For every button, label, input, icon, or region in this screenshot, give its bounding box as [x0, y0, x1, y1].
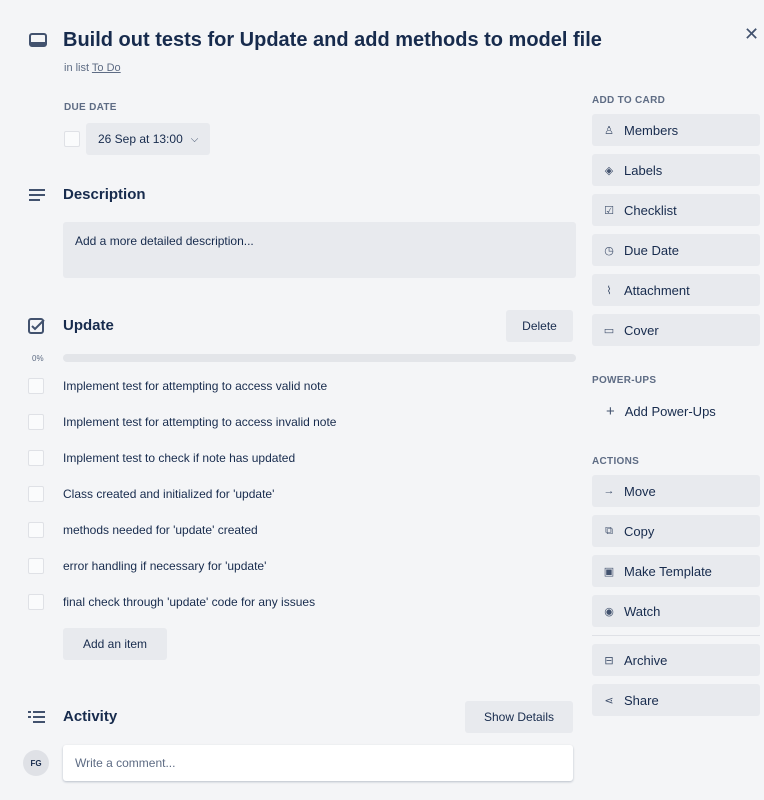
chevron-down-icon: ⌵: [190, 133, 199, 145]
activity-heading: Activity: [63, 708, 118, 725]
archive-label: Archive: [624, 652, 668, 668]
paperclip-icon: ⌇: [606, 284, 612, 297]
checklist-item-checkbox[interactable]: [28, 594, 44, 610]
checklist-item-checkbox[interactable]: [28, 450, 44, 466]
checklist-item-text[interactable]: final check through 'update' code for an…: [63, 595, 315, 609]
checklist-icon: ☑: [604, 204, 614, 217]
activity-icon: [28, 711, 45, 723]
description-heading: Description: [63, 186, 146, 203]
description-icon: [29, 189, 45, 201]
due-date-label: DUE DATE: [64, 102, 117, 113]
archive-button[interactable]: ⊟ Archive: [592, 644, 760, 676]
checklist-icon: [28, 318, 45, 334]
arrow-right-icon: →: [603, 485, 615, 497]
copy-label: Copy: [624, 523, 655, 539]
list-link[interactable]: To Do: [92, 62, 121, 74]
show-details-button[interactable]: Show Details: [465, 701, 573, 733]
move-label: Move: [624, 483, 656, 499]
checklist-item-checkbox[interactable]: [28, 522, 44, 538]
progress-percentage: 0%: [32, 354, 44, 363]
close-icon[interactable]: ✕: [744, 24, 759, 45]
checklist-item[interactable]: Implement test to check if note has upda…: [28, 448, 295, 468]
avatar[interactable]: FG: [23, 750, 49, 776]
watch-label: Watch: [624, 603, 661, 619]
power-ups-heading: POWER-UPS: [592, 375, 657, 386]
in-list-prefix: in list: [64, 62, 90, 74]
watch-button[interactable]: ◉ Watch: [592, 595, 760, 627]
checklist-item-checkbox[interactable]: [28, 486, 44, 502]
list-reference: in list To Do: [64, 62, 121, 74]
clock-icon: ◷: [604, 244, 614, 257]
members-label: Members: [624, 122, 679, 138]
tag-icon: ◈: [604, 164, 614, 177]
card-title[interactable]: Build out tests for Update and add metho…: [63, 29, 602, 52]
add-power-ups-button[interactable]: + Add Power-Ups: [592, 395, 760, 427]
description-input[interactable]: Add a more detailed description...: [63, 222, 576, 278]
cover-icon: ▭: [603, 324, 615, 337]
comment-input[interactable]: Write a comment...: [63, 745, 573, 781]
add-power-ups-label: Add Power-Ups: [624, 403, 716, 419]
checklist-item-checkbox[interactable]: [28, 378, 44, 394]
checklist-item-text[interactable]: Implement test to check if note has upda…: [63, 451, 295, 465]
checklist-item-text[interactable]: methods needed for 'update' created: [63, 523, 258, 537]
due-date-sidebar-button[interactable]: ◷ Due Date: [592, 234, 760, 266]
plus-icon: +: [606, 402, 615, 420]
checklist-item-checkbox[interactable]: [28, 414, 44, 430]
labels-label: Labels: [624, 162, 663, 178]
checklist-item-checkbox[interactable]: [28, 558, 44, 574]
share-label: Share: [624, 692, 659, 708]
share-icon: ⋖: [604, 694, 614, 707]
cover-label: Cover: [624, 322, 659, 338]
attachment-label: Attachment: [624, 282, 690, 298]
cover-button[interactable]: ▭ Cover: [592, 314, 760, 346]
members-button[interactable]: ♙ Members: [592, 114, 760, 146]
due-date-checkbox[interactable]: [64, 131, 80, 147]
person-icon: ♙: [604, 124, 614, 137]
checklist-item-text[interactable]: Implement test for attempting to access …: [63, 379, 327, 393]
checklist-item[interactable]: Implement test for attempting to access …: [28, 376, 327, 396]
checklist-item-text[interactable]: error handling if necessary for 'update': [63, 559, 266, 573]
delete-checklist-button[interactable]: Delete: [506, 310, 573, 342]
labels-button[interactable]: ◈ Labels: [592, 154, 760, 186]
copy-button[interactable]: ⧉ Copy: [592, 515, 760, 547]
add-to-card-heading: ADD TO CARD: [592, 95, 666, 106]
due-date-sidebar-label: Due Date: [624, 242, 679, 258]
checklist-item[interactable]: Class created and initialized for 'updat…: [28, 484, 274, 504]
sidebar-divider: [592, 635, 760, 636]
copy-icon: ⧉: [605, 524, 613, 537]
move-button[interactable]: → Move: [592, 475, 760, 507]
checklist-button[interactable]: ☑ Checklist: [592, 194, 760, 226]
make-template-label: Make Template: [624, 563, 712, 579]
add-item-button[interactable]: Add an item: [63, 628, 167, 660]
checklist-progress-bar: [63, 354, 576, 362]
checklist-item[interactable]: final check through 'update' code for an…: [28, 592, 315, 612]
checklist-item[interactable]: Implement test for attempting to access …: [28, 412, 336, 432]
archive-icon: ⊟: [604, 654, 614, 667]
actions-heading: ACTIONS: [592, 456, 640, 467]
checklist-item[interactable]: error handling if necessary for 'update': [28, 556, 266, 576]
template-icon: ▣: [603, 565, 615, 578]
due-date-button[interactable]: 26 Sep at 13:00 ⌵: [86, 123, 211, 155]
checklist-item-text[interactable]: Class created and initialized for 'updat…: [63, 487, 274, 501]
attachment-button[interactable]: ⌇ Attachment: [592, 274, 760, 306]
checklist-title[interactable]: Update: [63, 317, 114, 334]
due-date-value: 26 Sep at 13:00: [98, 132, 183, 146]
eye-icon: ◉: [604, 605, 614, 618]
card-icon: [29, 33, 47, 47]
checklist-item-text[interactable]: Implement test for attempting to access …: [63, 415, 336, 429]
checklist-label: Checklist: [624, 202, 677, 218]
share-button[interactable]: ⋖ Share: [592, 684, 760, 716]
checklist-item[interactable]: methods needed for 'update' created: [28, 520, 258, 540]
make-template-button[interactable]: ▣ Make Template: [592, 555, 760, 587]
